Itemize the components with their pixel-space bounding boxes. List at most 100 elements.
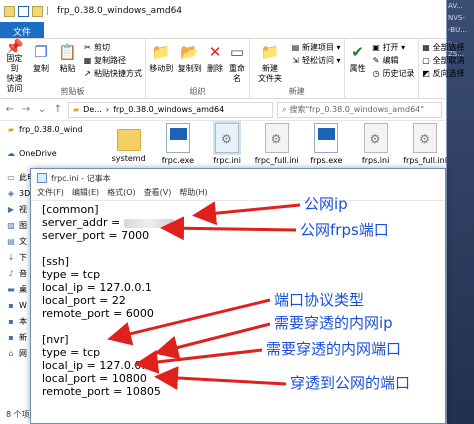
notepad-title: frpc.ini - 记事本 xyxy=(51,173,111,183)
nav-item-label: OneDrive xyxy=(19,148,57,158)
notepad-menu-item[interactable]: 格式(O) xyxy=(107,187,136,200)
open-button[interactable]: ▣ 打开 ▾ xyxy=(372,42,415,53)
config-line: [common] xyxy=(42,203,445,216)
paste-shortcut-button[interactable]: ↗ 粘贴快捷方式 xyxy=(83,68,142,79)
notepad-menu-item[interactable]: 帮助(H) xyxy=(179,187,207,200)
folder-icon xyxy=(4,5,15,17)
quick-access-toolbar: | xyxy=(4,5,50,17)
network-icon: ⌂ xyxy=(8,348,14,358)
select-all-button[interactable]: ▦ 全部选择 xyxy=(422,42,464,53)
explorer-titlebar: | frp_0.38.0_windows_amd64 xyxy=(0,0,446,22)
notepad-menu-item[interactable]: 文件(F) xyxy=(37,187,64,200)
notepad-menu-item[interactable]: 查看(V) xyxy=(144,187,172,200)
paste-label: 粘贴 xyxy=(59,64,76,73)
copy-icon: ❐ xyxy=(34,43,48,61)
pin-quick-access-button[interactable]: 📌 固定到 快速访问 xyxy=(3,38,26,94)
config-line-text: remote_port = 6000 xyxy=(42,307,154,320)
invert-icon: ◩ xyxy=(422,69,430,78)
file-name: frps.exe xyxy=(310,156,343,165)
annotation-lan-port: 需要穿透的内网端口 xyxy=(266,340,402,358)
folder-icon[interactable] xyxy=(32,5,43,17)
copy-path-button[interactable]: ▦ 复制路径 xyxy=(83,55,142,66)
document-icon: ▤ xyxy=(7,236,15,246)
delete-button[interactable]: ✕ 删除 xyxy=(206,41,224,87)
path-segment-current[interactable]: frp_0.38.0_windows_amd64 xyxy=(113,105,224,114)
nav-item-label: 图 xyxy=(19,220,27,230)
config-line: local_ip = 127.0.0.1 xyxy=(42,359,445,372)
music-icon: ♪ xyxy=(8,268,14,278)
paste-icon: 📋 xyxy=(58,43,78,61)
file-item[interactable]: frpc.exe xyxy=(156,121,199,171)
copy-to-button[interactable]: 📂 复制到 xyxy=(178,41,203,87)
properties-button[interactable]: ✔ 属性 xyxy=(348,41,368,87)
screen: AV... NVS- -BU... -... ZS... | frp_0.38.… xyxy=(0,0,474,424)
organize-group-label: 组织 xyxy=(189,87,206,96)
open-group: ✔ 属性 ▣ 打开 ▾ ✎ 编辑 ◷ 历史记录 xyxy=(345,39,419,98)
rename-button[interactable]: ▭ 重命名 xyxy=(228,41,246,87)
path-segment-parent[interactable]: De... xyxy=(83,105,102,114)
clipboard-small-actions: ✂ 剪切 ▦ 复制路径 ↗ 粘贴快捷方式 xyxy=(83,41,142,87)
up-arrow-icon[interactable]: ↑ xyxy=(52,104,64,115)
desktop-text: AV... xyxy=(448,2,463,10)
clipboard-group-label: 剪贴板 xyxy=(60,87,85,96)
cube-icon: ◈ xyxy=(7,188,15,198)
back-arrow-icon[interactable]: ← xyxy=(4,104,16,115)
file-item[interactable]: frps.ini xyxy=(354,121,397,171)
delete-label: 删除 xyxy=(207,64,223,73)
easy-access-button[interactable]: ⇲ 轻松访问 ▾ xyxy=(291,55,340,66)
config-line: local_ip = 127.0.0.1 xyxy=(42,281,445,294)
checkbox-icon[interactable] xyxy=(18,5,29,17)
nav-item[interactable]: ☁ OneDrive xyxy=(0,145,94,161)
ribbon: 📌 固定到 快速访问 ❐ 复制 📋 粘贴 ✂ 剪切 ▦ 复制路径 ↗ 粘贴快捷方… xyxy=(0,38,465,99)
select-all-icon: ▦ xyxy=(422,43,430,52)
forward-arrow-icon[interactable]: → xyxy=(20,104,32,115)
select-none-button[interactable]: ▢ 全部取消 xyxy=(422,55,464,66)
file-item[interactable]: frps_full.ini xyxy=(403,121,447,171)
select-actions: ▦ 全部选择 ▢ 全部取消 ◩ 反向选择 xyxy=(422,41,464,79)
desktop-icon: ▬ xyxy=(7,284,15,294)
paste-button[interactable]: 📋 粘贴 xyxy=(56,41,79,87)
config-line-text: local_port = 10800 xyxy=(42,372,147,385)
config-file-icon xyxy=(264,123,289,153)
file-item[interactable]: systemd xyxy=(107,121,150,171)
nav-item-label: 本 xyxy=(19,316,27,326)
config-line: type = tcp xyxy=(42,268,445,281)
config-line-text: type = tcp xyxy=(42,268,101,281)
file-name: frps_full.ini xyxy=(403,156,447,165)
notepad-icon xyxy=(37,173,47,183)
file-name: frpc_full.ini xyxy=(254,156,299,165)
new-item-button[interactable]: ▤ 新建项目 ▾ xyxy=(291,42,341,53)
recent-chevron-icon[interactable]: ⌄ xyxy=(36,104,48,115)
history-button[interactable]: ◷ 历史记录 xyxy=(372,68,415,79)
edit-button[interactable]: ✎ 编辑 xyxy=(372,55,415,66)
move-to-button[interactable]: 📁 移动到 xyxy=(149,41,174,87)
file-item[interactable]: frpc_full.ini xyxy=(255,121,299,171)
config-line-text: local_ip = 127.0.0.1 xyxy=(42,281,152,294)
notepad-menu-item[interactable]: 编辑(E) xyxy=(72,187,99,200)
pin-icon: 📌 xyxy=(4,38,24,56)
config-line-text: type = tcp xyxy=(42,346,101,359)
file-item[interactable]: frps.exe xyxy=(305,121,348,171)
address-path[interactable]: ▰ De... › frp_0.38.0_windows_amd64 xyxy=(68,101,273,118)
tab-file[interactable]: 文件 xyxy=(0,22,44,38)
file-name: frps.ini xyxy=(361,156,390,165)
notepad-titlebar: frpc.ini - 记事本 xyxy=(31,169,445,187)
rename-label: 重命名 xyxy=(229,64,245,83)
copy-button[interactable]: ❐ 复制 xyxy=(30,41,53,87)
copy-path-label: 复制路径 xyxy=(94,56,127,65)
nav-item[interactable]: ▰ frp_0.38.0_wind xyxy=(0,121,94,137)
copy-to-label: 复制到 xyxy=(177,64,202,73)
annotation-protocol: 端口协议类型 xyxy=(274,291,365,309)
qat-separator: | xyxy=(46,6,50,16)
new-folder-button[interactable]: 📁 新建 文件夹 xyxy=(253,41,287,87)
annotation-public-ip: 公网ip xyxy=(304,195,348,213)
file-name: frpc.ini xyxy=(213,156,241,165)
file-item[interactable]: frpc.ini xyxy=(206,121,249,171)
annotation-frps-port: 公网frps端口 xyxy=(300,221,389,239)
invert-selection-button[interactable]: ◩ 反向选择 xyxy=(422,68,464,79)
nav-item-label: 文 xyxy=(19,236,27,246)
file-list: systemd frpc.exe frpc.ini frpc_full.ini frps… xyxy=(97,121,447,171)
download-icon: ↓ xyxy=(7,252,15,262)
search-input[interactable]: ⌕ 搜索"frp_0.38.0_windows_amd64" xyxy=(277,101,442,118)
cut-button[interactable]: ✂ 剪切 xyxy=(83,42,142,53)
